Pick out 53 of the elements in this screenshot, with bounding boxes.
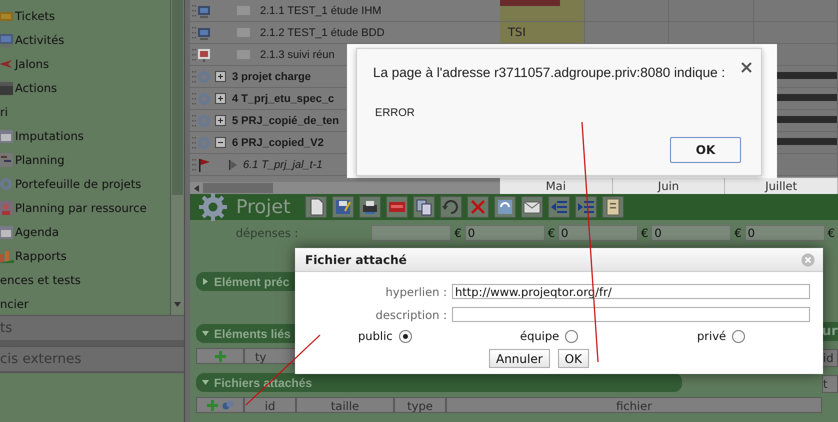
menu-item[interactable]: Imputations bbox=[0, 124, 170, 148]
menu-item[interactable]: Rapports bbox=[0, 244, 170, 268]
column-header: id bbox=[244, 397, 296, 413]
ok-button[interactable]: OK bbox=[558, 349, 589, 368]
field-label: description : bbox=[374, 308, 448, 322]
menu-item[interactable]: Actions bbox=[0, 76, 170, 100]
section-title: Eléments liés bbox=[214, 326, 291, 340]
menu-group[interactable]: ncier bbox=[0, 292, 170, 315]
field-label: hyperlien : bbox=[384, 284, 448, 298]
amount-field[interactable]: 0 bbox=[651, 225, 732, 241]
task-name[interactable]: 2.1.1 TEST_1 étude IHM bbox=[260, 4, 382, 16]
task-name[interactable]: 2.1.3 suivi réun bbox=[260, 48, 335, 60]
radio-label: privé bbox=[697, 329, 726, 343]
radio-label: public bbox=[358, 329, 393, 343]
menu-item[interactable]: Planning par ressource bbox=[0, 196, 170, 220]
cancel-button[interactable]: Annuler bbox=[488, 349, 550, 368]
amount-field[interactable]: 0 bbox=[558, 225, 638, 241]
column-header: fichier bbox=[446, 397, 822, 413]
menu-item[interactable]: Agenda bbox=[0, 220, 170, 244]
currency-label: € bbox=[454, 226, 462, 240]
column-header: type bbox=[394, 397, 446, 413]
alert-text: ERROR bbox=[375, 107, 415, 119]
menu-item[interactable]: Planning bbox=[0, 148, 170, 172]
amount-field[interactable]: 0 bbox=[464, 225, 545, 241]
section-title: Elément préc bbox=[214, 274, 290, 288]
ok-button[interactable]: OK bbox=[670, 137, 741, 163]
menu-item[interactable]: Tickets bbox=[0, 4, 170, 28]
resource-label: TSI bbox=[507, 25, 526, 39]
currency-label: € bbox=[734, 226, 742, 240]
column-header: taille bbox=[296, 397, 394, 413]
column-header: t bbox=[822, 375, 838, 393]
currency-label: € bbox=[828, 226, 835, 240]
task-name[interactable]: 3 projet charge bbox=[232, 70, 311, 82]
task-name[interactable]: 6 PRJ_copied_V2 bbox=[232, 136, 324, 148]
currency-label: € bbox=[548, 226, 556, 240]
task-name[interactable]: 5 PRJ_copié_de_ten bbox=[232, 114, 339, 126]
menu-group[interactable]: ri bbox=[0, 100, 170, 124]
task-name[interactable]: 4 T_prj_etu_spec_c bbox=[232, 92, 334, 104]
column-header: id bbox=[822, 349, 838, 367]
section-header[interactable]: ur bbox=[822, 322, 838, 341]
radio-label: équipe bbox=[520, 329, 560, 343]
task-name[interactable]: 6.1 T_prj_jal_t-1 bbox=[243, 158, 322, 170]
menu-item[interactable]: Portefeuille de projets bbox=[0, 172, 170, 196]
amount-field[interactable]: 0 bbox=[744, 225, 825, 241]
field-label: dépenses : bbox=[234, 226, 298, 240]
task-name[interactable]: 2.1.2 TEST_1 étude BDD bbox=[260, 26, 385, 38]
menu-item[interactable]: Jalons bbox=[0, 52, 170, 76]
dialog-title: Fichier attaché bbox=[305, 252, 407, 266]
page-title: Projet bbox=[236, 196, 291, 218]
currency-label: € bbox=[641, 226, 648, 240]
menu-item[interactable]: Activités bbox=[0, 28, 170, 52]
menu-group[interactable]: ences et tests bbox=[0, 268, 170, 292]
alert-message: La page à l'adresse r3711057.adgroupe.priv:8080 indique : bbox=[373, 65, 726, 80]
